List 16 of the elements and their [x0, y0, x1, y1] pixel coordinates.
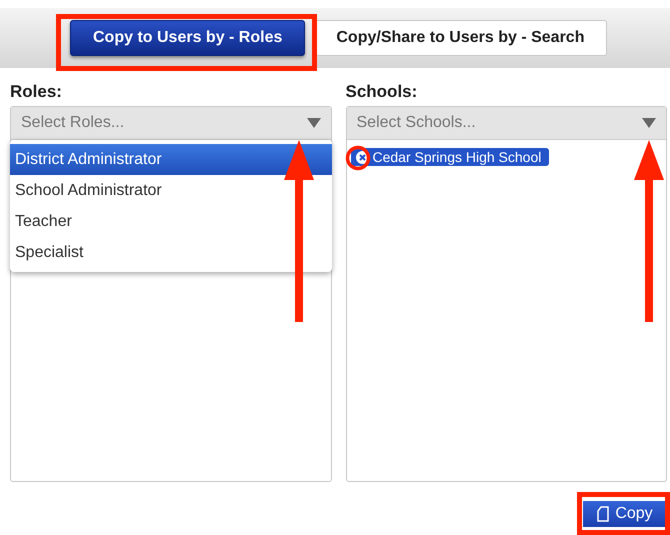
roles-label: Roles: [10, 82, 63, 103]
highlight-circle [345, 145, 371, 171]
schools-select[interactable]: Select Schools... [346, 107, 666, 140]
menu-option[interactable]: School Administrator [10, 175, 332, 206]
dropdown-caret-icon[interactable] [306, 118, 320, 128]
menu-option[interactable]: District Administrator [10, 144, 332, 175]
schools-label: Schools: [346, 82, 418, 103]
copy-button[interactable]: Copy [583, 498, 667, 527]
dropdown-caret-icon[interactable] [642, 118, 656, 128]
roles-select[interactable]: Select Roles... [11, 107, 330, 140]
remove-icon[interactable] [356, 150, 368, 164]
menu-option[interactable]: Teacher [10, 206, 332, 237]
tab[interactable]: Copy to Users by - Roles [70, 20, 306, 56]
menu-option[interactable]: Specialist [10, 237, 332, 268]
document-icon [597, 506, 610, 522]
tag-label: Cedar Springs High School [372, 149, 542, 165]
